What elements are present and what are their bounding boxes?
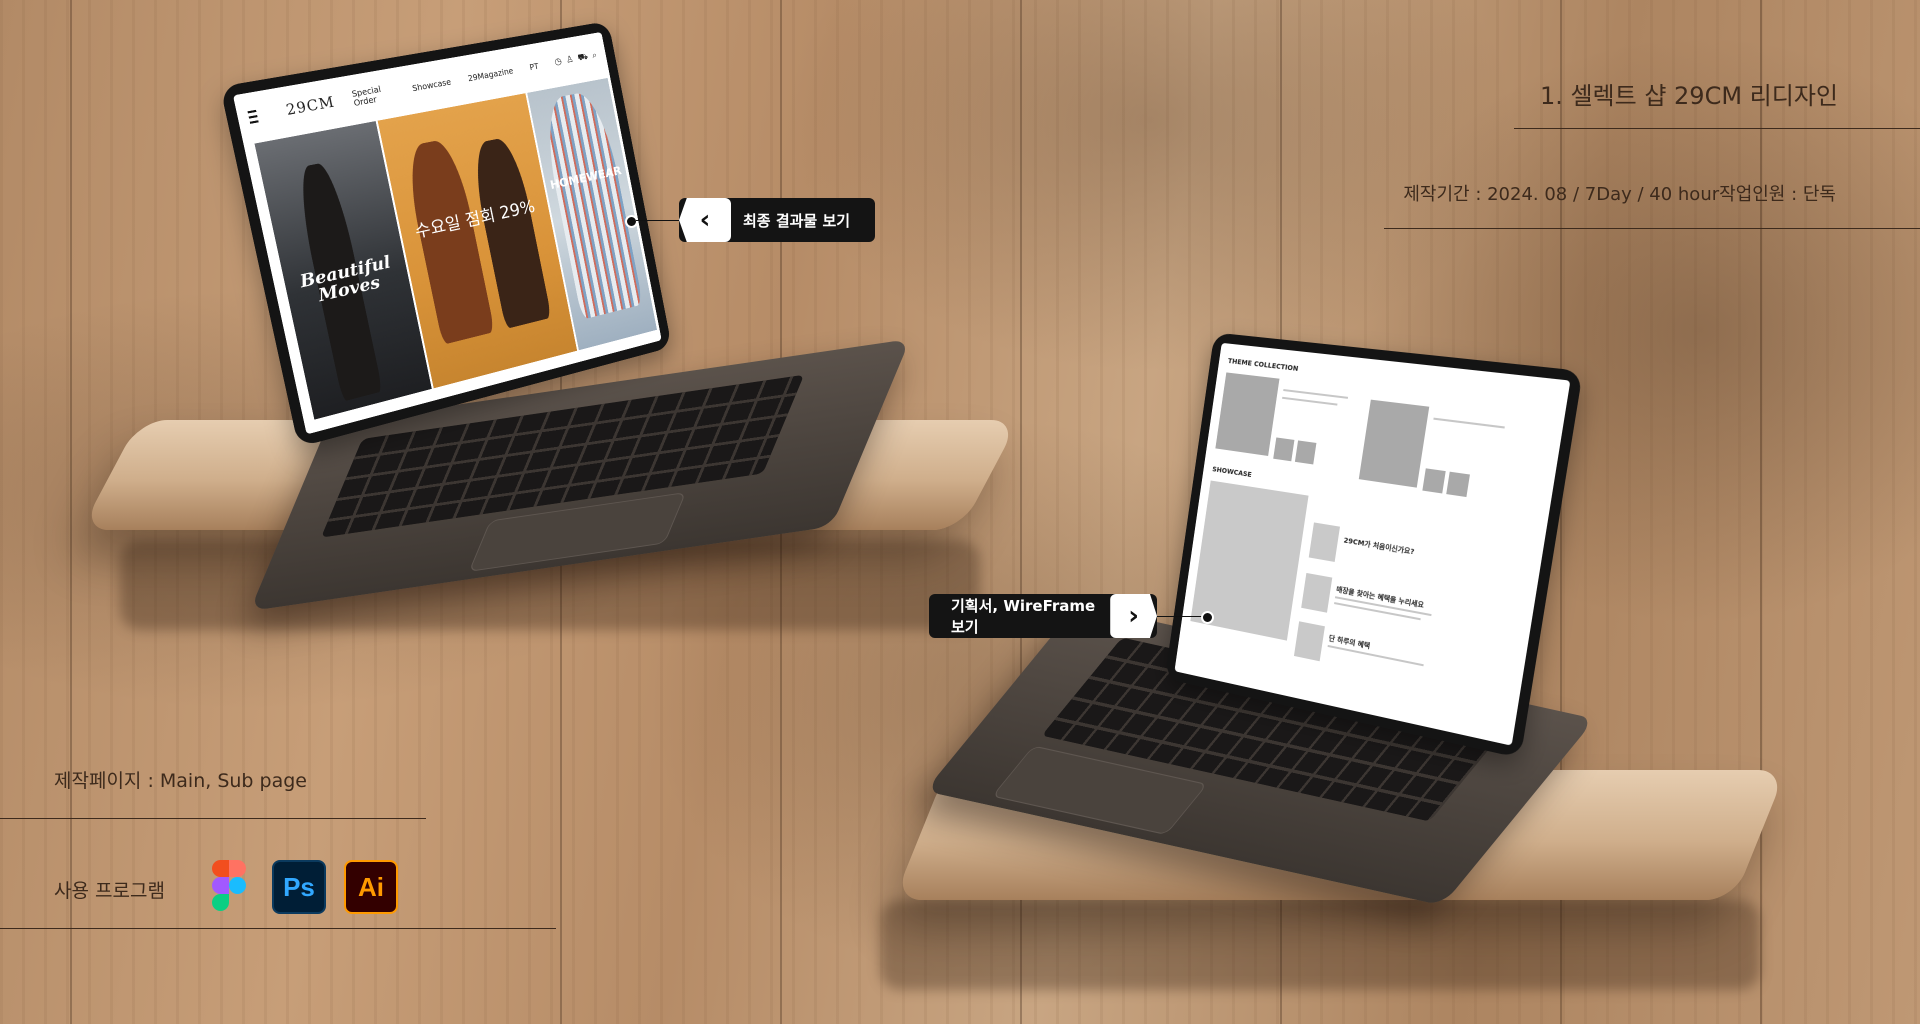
site-logo[interactable]: 29CM	[285, 94, 337, 119]
title-rule	[1514, 128, 1920, 129]
pages-rule	[0, 818, 426, 819]
final-result-button[interactable]: ‹ 최종 결과물 보기	[679, 198, 875, 242]
laptop-wireframe: THEME COLLECTION SHOWCASE 29CM가 처음이신가요? …	[940, 340, 1640, 940]
wireframe-button[interactable]: › 기획서, WireFrame 보기	[929, 594, 1157, 638]
chevron-right-icon: ›	[1110, 594, 1157, 638]
wf-image-placeholder	[1359, 400, 1429, 488]
wireframe-label: 기획서, WireFrame 보기	[951, 595, 1110, 637]
wf-item-thumb	[1309, 522, 1340, 562]
photoshop-label: Ps	[283, 872, 315, 903]
chevron-left-icon: ‹	[679, 198, 731, 242]
meta-rule	[1384, 228, 1920, 229]
wf-thumb-placeholder	[1295, 440, 1317, 464]
menu-icon[interactable]	[247, 110, 258, 124]
laptop-final-result: 29CM Special Order Showcase 29Magazine P…	[250, 20, 910, 580]
wf-item-1-title: 29CM가 처음이신가요?	[1343, 535, 1415, 557]
nav-magazine[interactable]: 29Magazine	[467, 66, 514, 83]
illustrator-label: Ai	[358, 872, 384, 903]
clock-icon[interactable]: ◷	[554, 56, 563, 68]
nav-showcase[interactable]: Showcase	[411, 77, 451, 93]
tools-label: 사용 프로그램	[54, 876, 165, 903]
nav-icons: ◷ ♙ ⛟ ⌕	[554, 50, 598, 68]
callout-leader	[1157, 616, 1205, 617]
wf-text-line	[1433, 418, 1504, 429]
wf-image-placeholder	[1215, 372, 1279, 456]
wf-thumb-placeholder	[1422, 468, 1445, 493]
wf-text-line	[1282, 397, 1337, 406]
callout-dot	[1201, 611, 1214, 624]
search-icon[interactable]: ⌕	[591, 50, 597, 61]
wf-showcase-label: SHOWCASE	[1212, 465, 1252, 479]
user-icon[interactable]: ♙	[565, 54, 574, 66]
project-meta: 제작기간 : 2024. 08 / 7Day / 40 hour작업인원 : 단…	[1403, 180, 1836, 206]
wf-thumb-placeholder	[1446, 472, 1470, 497]
wood-seam	[70, 0, 72, 1024]
wf-item-thumb	[1294, 621, 1325, 661]
wf-thumb-placeholder	[1273, 437, 1294, 461]
nav-pt[interactable]: PT	[529, 61, 540, 71]
cart-icon[interactable]: ⛟	[577, 52, 589, 64]
callout-leader	[636, 220, 680, 221]
photoshop-icon: Ps	[272, 860, 326, 914]
wf-theme-collection-label: THEME COLLECTION	[1227, 357, 1298, 373]
wireframe-screen[interactable]: THEME COLLECTION SHOWCASE 29CM가 처음이신가요? …	[1174, 343, 1570, 746]
illustrator-icon: Ai	[344, 860, 398, 914]
website-screen[interactable]: 29CM Special Order Showcase 29Magazine P…	[233, 32, 662, 434]
final-result-label: 최종 결과물 보기	[743, 210, 850, 231]
pages-info: 제작페이지 : Main, Sub page	[54, 766, 307, 793]
callout-dot	[625, 215, 638, 228]
wf-item-thumb	[1301, 573, 1332, 613]
wf-text-line	[1328, 645, 1424, 666]
wood-seam	[1760, 0, 1762, 1024]
figma-icon	[212, 860, 246, 912]
tools-rule	[0, 928, 556, 929]
nav-special-order[interactable]: Special Order	[351, 82, 397, 108]
project-title: 1. 셀렉트 샵 29CM 리디자인	[1540, 76, 1838, 111]
